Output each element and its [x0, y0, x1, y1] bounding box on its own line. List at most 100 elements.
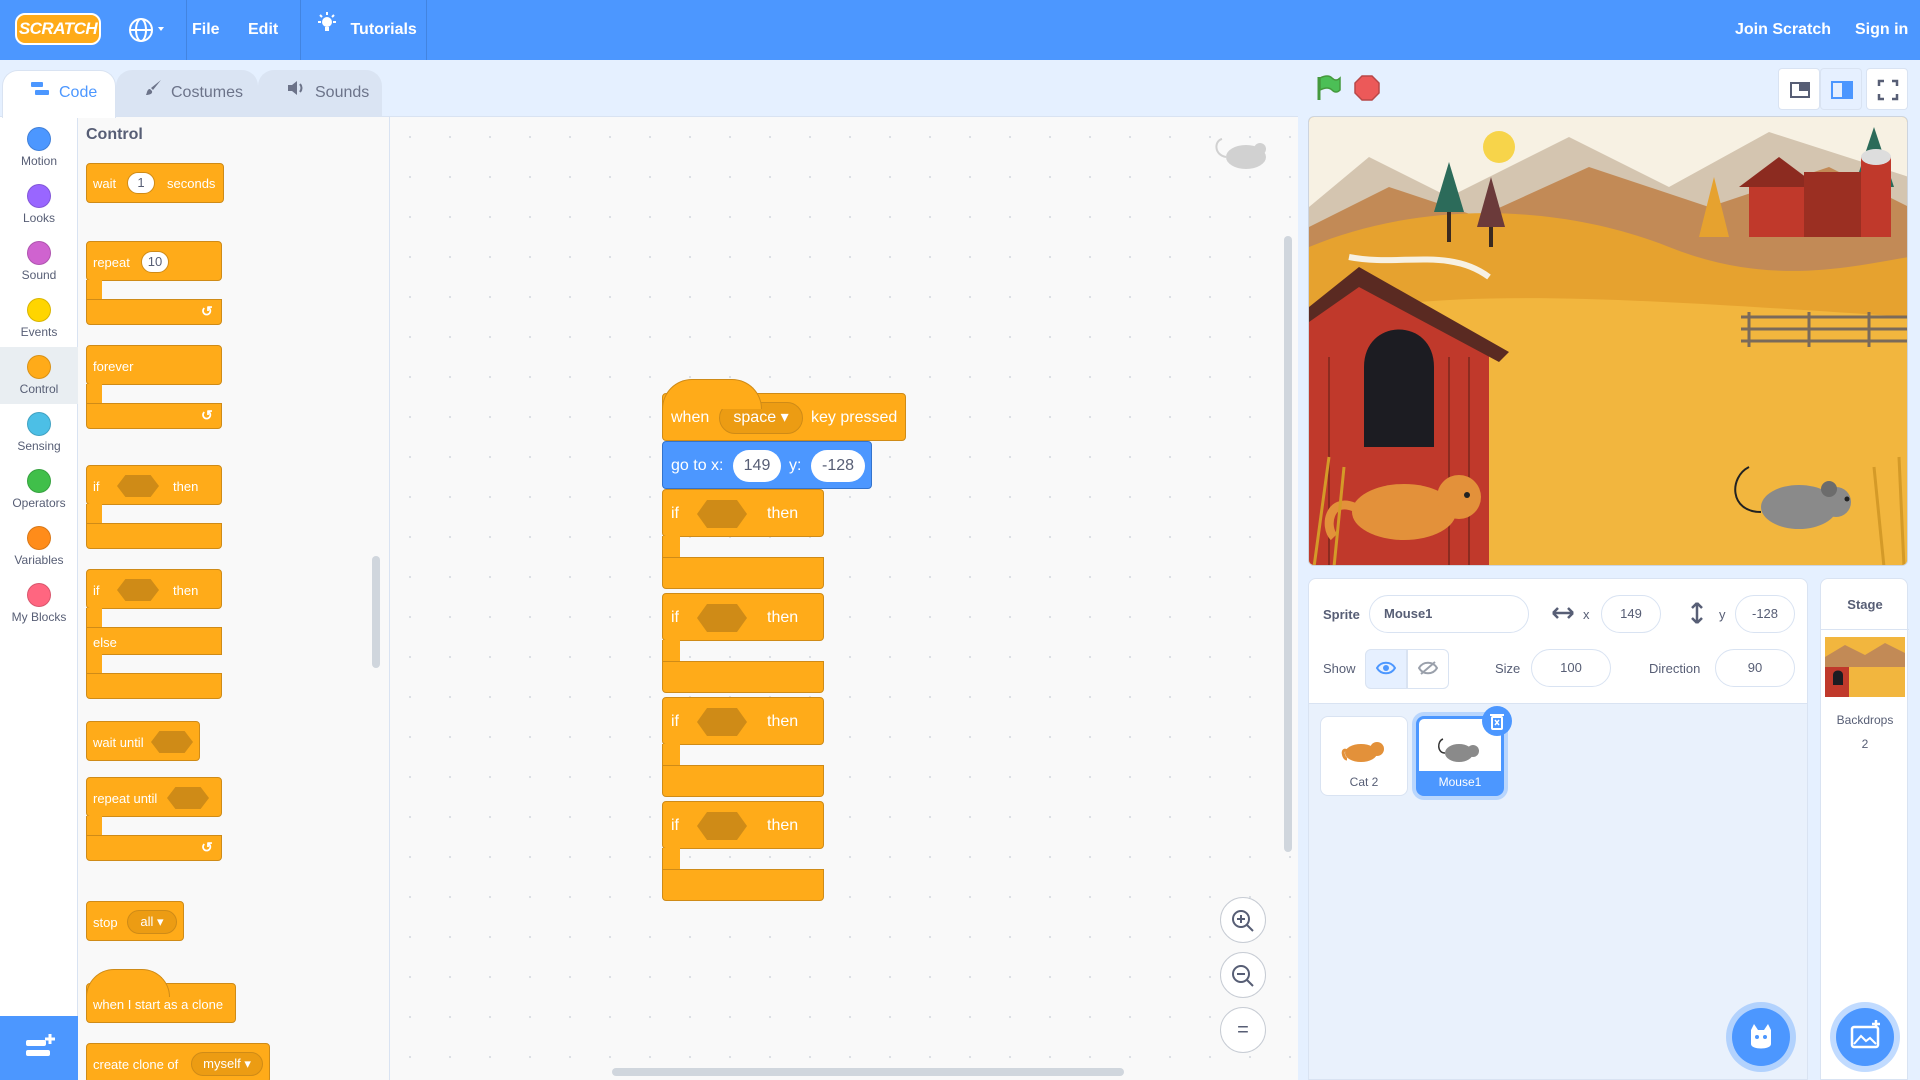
mouse-sprite-watermark-icon — [1212, 135, 1276, 180]
sprite-size-input[interactable]: 100 — [1531, 649, 1611, 687]
wait-seconds-block[interactable]: wait 1 seconds — [86, 163, 224, 203]
direction-label: Direction — [1649, 661, 1701, 676]
block-label: if — [671, 713, 679, 730]
join-scratch-link[interactable]: Join Scratch — [1735, 0, 1831, 60]
condition-slot[interactable] — [697, 604, 747, 632]
workspace-vertical-scrollbar[interactable] — [1284, 236, 1292, 852]
stage-selector-pane[interactable]: Stage Backdrops 2 — [1820, 578, 1909, 1080]
add-extension-button[interactable] — [0, 1016, 78, 1080]
zoom-out-button[interactable] — [1220, 952, 1266, 998]
speaker-icon — [287, 71, 307, 115]
goto-y-input[interactable]: -128 — [811, 450, 865, 482]
choose-backdrop-button[interactable] — [1836, 1008, 1894, 1066]
zoom-reset-button[interactable]: = — [1220, 1007, 1266, 1053]
green-flag-icon[interactable] — [1314, 74, 1342, 102]
category-events[interactable]: Events — [0, 290, 78, 347]
block-label: then — [173, 479, 199, 494]
repeat-count-input[interactable]: 10 — [141, 251, 169, 273]
show-visible-button[interactable] — [1365, 649, 1407, 689]
condition-slot[interactable] — [117, 579, 159, 601]
repeat-until-block[interactable]: repeat until — [86, 777, 222, 817]
category-label: Events — [20, 325, 58, 339]
eye-slash-icon — [1417, 661, 1439, 675]
backdrop-add-icon — [1850, 1020, 1880, 1049]
tab-label: Code — [59, 84, 98, 101]
create-clone-block[interactable]: create clone of myself ▾ — [86, 1043, 270, 1080]
extension-icon — [26, 1034, 55, 1056]
if-then-block[interactable]: if then — [662, 801, 824, 849]
sprite-y-input[interactable]: -128 — [1735, 595, 1795, 633]
category-sound[interactable]: Sound — [0, 233, 78, 290]
tab-code[interactable]: Code — [2, 70, 116, 118]
workspace-horizontal-scrollbar[interactable] — [612, 1068, 1124, 1076]
zoom-in-button[interactable] — [1220, 897, 1266, 943]
fullscreen-button[interactable] — [1866, 68, 1908, 110]
block-label: wait until — [93, 735, 144, 750]
if-block-foot — [662, 765, 824, 797]
block-label: key pressed — [811, 409, 898, 426]
category-motion[interactable]: Motion — [0, 119, 78, 176]
paintbrush-icon — [145, 71, 163, 115]
category-my-blocks[interactable]: My Blocks — [0, 575, 78, 632]
size-label: Size — [1495, 661, 1521, 676]
if-else-block-else-bar: else — [86, 627, 222, 655]
tab-label: Costumes — [171, 84, 244, 101]
condition-slot[interactable] — [697, 708, 747, 736]
normal-stage-button[interactable] — [1820, 68, 1862, 110]
sprite-tile-cat[interactable]: Cat 2 — [1320, 716, 1408, 796]
category-sensing[interactable]: Sensing — [0, 404, 78, 461]
stop-option-dropdown[interactable]: all ▾ — [127, 910, 177, 934]
if-then-block[interactable]: if then — [662, 593, 824, 641]
if-then-block[interactable]: if then — [662, 697, 824, 745]
category-label: Sensing — [17, 439, 61, 453]
sound-dot-icon — [27, 241, 51, 265]
block-label: wait — [93, 176, 117, 191]
show-hidden-button[interactable] — [1407, 649, 1449, 689]
backdrops-label: Backdrops — [1836, 713, 1894, 727]
stage-pane-title: Stage — [1847, 597, 1883, 612]
sprite-direction-input[interactable]: 90 — [1715, 649, 1795, 687]
scratch-logo[interactable]: SCRATCH — [15, 13, 101, 45]
stop-sign-icon[interactable] — [1354, 75, 1380, 101]
forever-block[interactable]: forever — [86, 345, 222, 385]
category-looks[interactable]: Looks — [0, 176, 78, 233]
category-label: Sound — [21, 268, 57, 282]
condition-slot[interactable] — [151, 731, 193, 753]
dropdown-value: all — [140, 914, 154, 929]
category-operators[interactable]: Operators — [0, 461, 78, 518]
delete-sprite-button[interactable] — [1482, 706, 1512, 736]
block-label: repeat — [93, 255, 130, 270]
condition-slot[interactable] — [167, 787, 209, 809]
category-variables[interactable]: Variables — [0, 518, 78, 575]
palette-scrollbar[interactable] — [372, 556, 380, 668]
sign-in-link[interactable]: Sign in — [1855, 0, 1908, 60]
file-menu[interactable]: File — [192, 0, 220, 60]
if-then-block[interactable]: if then — [86, 465, 222, 505]
language-globe-icon[interactable] — [128, 16, 170, 44]
if-then-else-block[interactable]: if then — [86, 569, 222, 609]
if-then-block[interactable]: if then — [662, 489, 824, 537]
tab-costumes[interactable]: Costumes — [116, 70, 258, 116]
stage-canvas[interactable] — [1308, 116, 1908, 566]
tutorials-menu[interactable]: Tutorials — [316, 0, 417, 60]
edit-menu[interactable]: Edit — [248, 0, 278, 60]
block-label: then — [767, 609, 799, 626]
stop-block[interactable]: stop all ▾ — [86, 901, 184, 941]
repeat-block[interactable]: repeat 10 — [86, 241, 222, 281]
wait-until-block[interactable]: wait until — [86, 721, 200, 761]
looks-dot-icon — [27, 184, 51, 208]
condition-slot[interactable] — [697, 812, 747, 840]
sprite-name-input[interactable]: Mouse1 — [1369, 595, 1529, 633]
sprite-x-input[interactable]: 149 — [1601, 595, 1661, 633]
small-stage-button[interactable] — [1778, 68, 1820, 110]
tab-sounds[interactable]: Sounds — [258, 70, 382, 116]
condition-slot[interactable] — [697, 500, 747, 528]
goto-x-input[interactable]: 149 — [733, 450, 781, 482]
go-to-xy-block[interactable]: go to x: 149 y: -128 — [662, 441, 872, 489]
category-control[interactable]: Control — [0, 347, 78, 404]
condition-slot[interactable] — [117, 475, 159, 497]
clone-target-dropdown[interactable]: myself ▾ — [191, 1052, 263, 1076]
wait-seconds-input[interactable]: 1 — [127, 172, 155, 194]
script-workspace[interactable]: when space ▾ key pressed go to x: 149 y:… — [390, 116, 1298, 1080]
choose-sprite-button[interactable] — [1732, 1008, 1790, 1066]
